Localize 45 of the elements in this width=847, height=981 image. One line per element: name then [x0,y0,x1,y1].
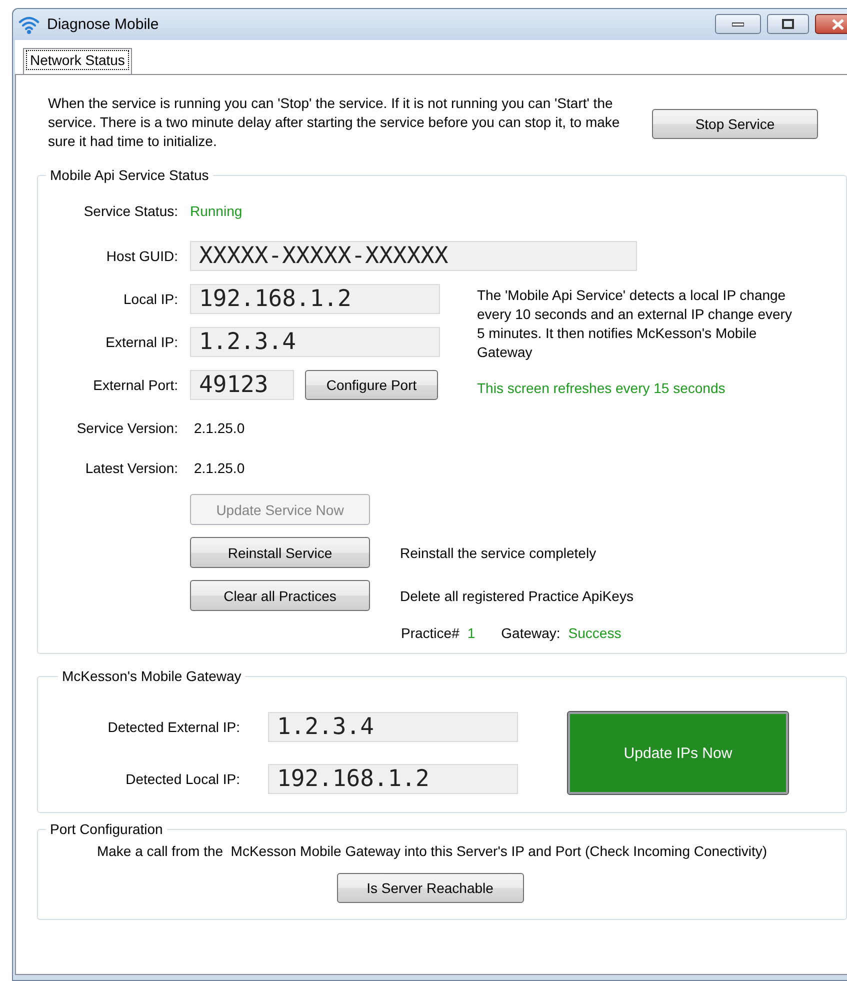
minimize-button[interactable] [715,14,761,34]
maximize-button[interactable] [767,14,809,34]
external-ip-field[interactable]: 1.2.3.4 [190,327,440,357]
configure-port-button[interactable]: Configure Port [305,370,438,400]
field-label: Service Status: [82,203,178,219]
detected-local-ip-field[interactable]: 192.168.1.2 [268,764,518,794]
field-label: Service Version: [76,420,178,436]
action-description: Reinstall the service completely [400,544,596,560]
wifi-icon [18,14,40,34]
field-label: Latest Version: [84,460,178,476]
field-label: Detected External IP: [106,719,240,735]
field-label: External Port: [92,377,178,393]
minimize-icon [732,21,744,27]
status-value: Running [190,203,244,219]
action-button[interactable]: Clear all Practices [190,580,370,611]
field-label: External IP: [104,334,178,350]
practice-label: Practice# [401,625,460,641]
local-ip-field[interactable]: 192.168.1.2 [190,284,440,314]
refresh-note: This screen refreshes every 15 seconds [477,380,726,396]
group-title: Port Configuration [49,821,164,837]
practice-count: 1 [467,625,476,641]
version-value: 2.1.25.0 [193,460,246,476]
server-reachable-button[interactable]: Is Server Reachable [336,873,524,903]
group-title: Mobile Api Service Status [49,167,210,183]
field-label: Detected Local IP: [124,771,240,787]
gateway-label: Gateway: [501,625,560,641]
version-value: 2.1.25.0 [193,420,246,436]
window-title: Diagnose Mobile [47,16,159,33]
external-port-field[interactable]: 49123 [190,370,294,400]
maximize-icon [782,19,794,29]
close-icon [832,18,844,30]
info-text: The 'Mobile Api Service' detects a local IP change every 10 seconds and an external IP change every 5 minutes. It then notifies McKesson's Mobile Gateway [477,286,793,362]
field-label: Local IP: [122,291,178,307]
instruction-text: When the service is running you can 'Stop' the service. If it is not running you can 'Start' the service. There is a two minute delay after starting the service before you can stop it, to make sure it had time to initialize. [48,94,621,150]
gateway-status: Success [568,625,622,641]
stop-service-button[interactable]: Stop Service [652,109,818,139]
action-description: Delete all registered Practice ApiKeys [400,588,634,604]
update-ips-button[interactable]: Update IPs Now [568,712,788,794]
action-button[interactable]: Reinstall Service [190,537,370,568]
port-instruction-text: Make a call from the McKesson Mobile Gateway into this Server's IP and Port (Check Incoming Conectivity) [96,843,768,859]
host-guid-field[interactable]: XXXXX-XXXXX-XXXXXX [190,240,637,270]
group-title: McKesson's Mobile Gateway [61,668,242,684]
field-label: Host GUID: [105,248,178,264]
detected-external-ip-field[interactable]: 1.2.3.4 [268,712,518,742]
tab[interactable]: Network Status [23,48,132,74]
